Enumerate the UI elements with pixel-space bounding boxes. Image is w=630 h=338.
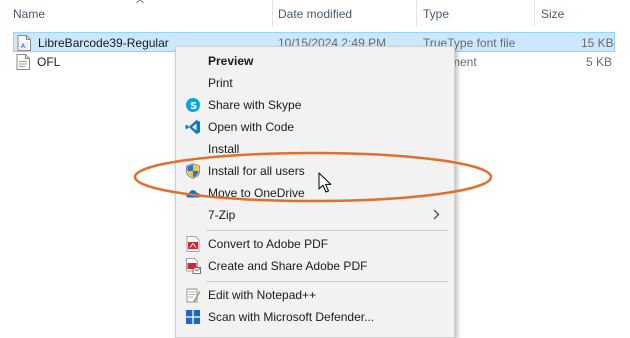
menu-item-label: Preview — [208, 54, 254, 68]
menu-item-label: Edit with Notepad++ — [208, 288, 317, 302]
file-name: OFL — [37, 55, 61, 69]
font-file-icon: A — [17, 35, 31, 51]
chevron-right-icon — [433, 209, 440, 220]
menu-separator — [206, 230, 448, 231]
column-name[interactable]: Name — [13, 7, 45, 21]
menu-item-label: Create and Share Adobe PDF — [208, 259, 368, 273]
defender-icon — [186, 310, 200, 324]
menu-item-share-skype[interactable]: S Share with Skype — [176, 94, 452, 116]
notepadpp-icon — [186, 288, 201, 303]
context-menu: Preview Print S Share with Skype Open wi… — [175, 46, 455, 338]
svg-text:S: S — [190, 101, 197, 112]
menu-item-label: Scan with Microsoft Defender... — [208, 310, 375, 324]
column-date-modified[interactable]: Date modified — [278, 7, 352, 21]
menu-item-label: Print — [208, 76, 233, 90]
menu-item-7zip[interactable]: 7-Zip — [176, 204, 452, 226]
menu-item-install[interactable]: Install — [176, 138, 452, 160]
menu-item-convert-pdf[interactable]: Convert to Adobe PDF — [176, 233, 452, 255]
column-type[interactable]: Type — [423, 7, 449, 21]
adobe-pdf-share-icon — [186, 258, 201, 274]
menu-item-print[interactable]: Print — [176, 72, 452, 94]
column-header: Name Date modified Type Size — [0, 0, 630, 27]
menu-item-label: Install for all users — [208, 164, 305, 178]
mouse-cursor-icon — [318, 172, 332, 193]
menu-item-create-share-pdf[interactable]: Create and Share Adobe PDF — [176, 255, 452, 277]
file-size: 15 KB — [581, 36, 614, 50]
menu-item-label: Move to OneDrive — [208, 186, 305, 200]
onedrive-icon — [186, 190, 201, 198]
file-name: LibreBarcode39-Regular — [38, 36, 169, 50]
sort-ascending-icon[interactable] — [136, 0, 144, 4]
menu-item-label: Share with Skype — [208, 98, 302, 112]
adobe-pdf-icon — [186, 236, 200, 252]
menu-item-preview[interactable]: Preview — [176, 50, 452, 72]
menu-item-notepadpp[interactable]: Edit with Notepad++ — [176, 284, 452, 306]
column-divider[interactable] — [416, 0, 417, 27]
menu-item-label: Open with Code — [208, 120, 295, 134]
uac-shield-icon — [186, 163, 200, 179]
column-divider[interactable] — [272, 0, 273, 27]
menu-item-move-onedrive[interactable]: Move to OneDrive — [176, 182, 452, 204]
column-size[interactable]: Size — [541, 7, 564, 21]
skype-icon: S — [186, 98, 200, 112]
text-file-icon — [16, 54, 30, 70]
menu-item-open-code[interactable]: Open with Code — [176, 116, 452, 138]
column-divider[interactable] — [534, 0, 535, 27]
menu-separator — [206, 281, 448, 282]
file-size: 5 KB — [586, 55, 613, 69]
menu-item-label: Convert to Adobe PDF — [208, 237, 329, 251]
vscode-icon — [185, 120, 200, 134]
menu-item-label: Install — [208, 142, 240, 156]
menu-item-scan-defender[interactable]: Scan with Microsoft Defender... — [176, 306, 452, 328]
menu-item-label: 7-Zip — [208, 208, 236, 222]
menu-item-install-all-users[interactable]: Install for all users — [176, 160, 452, 182]
